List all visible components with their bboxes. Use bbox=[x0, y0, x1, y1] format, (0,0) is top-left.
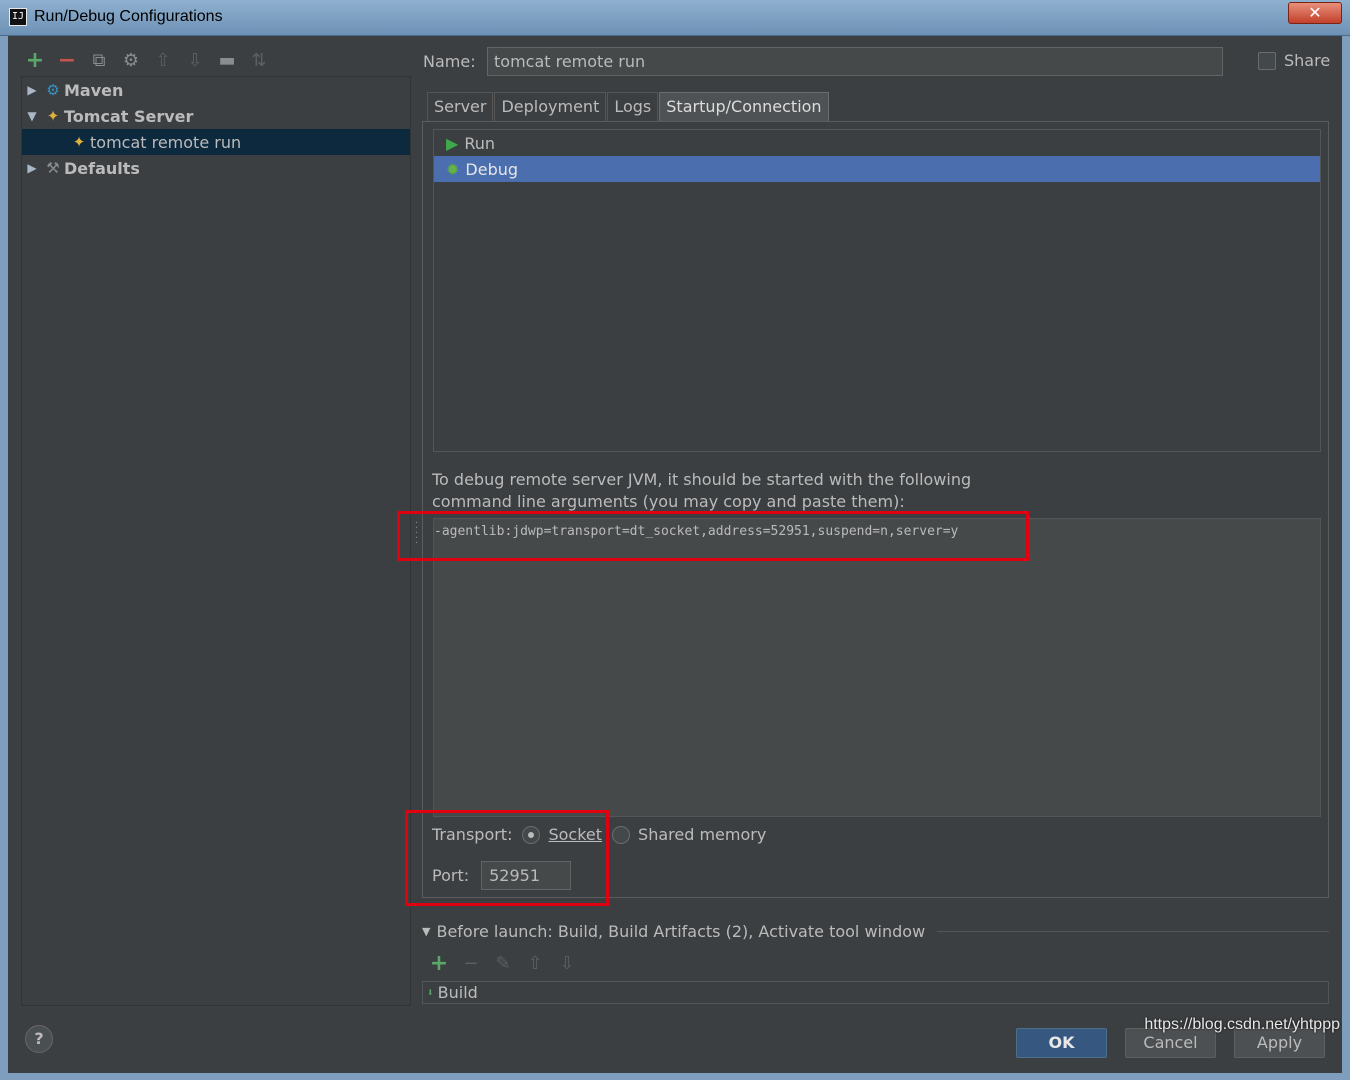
build-icon: ⬇ bbox=[427, 985, 434, 999]
mode-label: Run bbox=[464, 133, 495, 153]
move-down-icon[interactable]: ⇩ bbox=[184, 50, 206, 72]
share-checkbox[interactable] bbox=[1258, 51, 1276, 70]
tree-item-tomcat-remote-run[interactable]: ✦ tomcat remote run bbox=[22, 129, 410, 155]
config-toolbar: + − ⧉ ⚙ ⇧ ⇩ ▬ ⇅ bbox=[24, 48, 270, 74]
tree-item-label: Defaults bbox=[64, 158, 140, 178]
hint-line: command line arguments (you may copy and… bbox=[432, 492, 905, 511]
window-frame-left bbox=[0, 36, 8, 1080]
share-checkbox-group[interactable]: Share bbox=[1258, 51, 1330, 70]
divider bbox=[937, 931, 1329, 932]
edit-defaults-icon[interactable]: ⚙ bbox=[120, 50, 142, 72]
before-launch-list: ⬇ Build bbox=[422, 981, 1329, 1004]
tomcat-icon: ✦ bbox=[72, 133, 86, 151]
startup-connection-panel: ▶ Run ✹ Debug To debug remote server JVM… bbox=[415, 121, 1329, 898]
maven-icon: ⚙ bbox=[46, 81, 60, 99]
tree-item-maven[interactable]: ▶ ⚙ Maven bbox=[22, 77, 410, 103]
ok-button[interactable]: OK bbox=[1016, 1028, 1107, 1058]
mode-item-debug[interactable]: ✹ Debug bbox=[434, 156, 1320, 182]
copy-icon[interactable]: ⧉ bbox=[88, 50, 110, 72]
name-field[interactable]: tomcat remote run bbox=[487, 47, 1223, 76]
move-up-icon[interactable]: ⇧ bbox=[152, 50, 174, 72]
expand-arrow-icon[interactable]: ▶ bbox=[22, 83, 42, 97]
tree-item-defaults[interactable]: ▶ ⚒ Defaults bbox=[22, 155, 410, 181]
run-icon: ▶ bbox=[446, 133, 459, 153]
add-task-icon[interactable]: + bbox=[428, 953, 450, 975]
folder-icon[interactable]: ▬ bbox=[216, 50, 238, 72]
tree-item-label: tomcat remote run bbox=[90, 132, 242, 152]
remove-task-icon[interactable]: − bbox=[460, 953, 482, 975]
shared-memory-label: Shared memory bbox=[638, 825, 767, 844]
collapse-triangle-icon[interactable]: ▼ bbox=[422, 925, 430, 938]
tomcat-icon: ✦ bbox=[46, 107, 60, 125]
mode-item-run[interactable]: ▶ Run bbox=[434, 130, 1320, 156]
share-label: Share bbox=[1284, 51, 1331, 70]
hint-line: To debug remote server JVM, it should be… bbox=[432, 470, 972, 489]
watermark-text: https://blog.csdn.net/yhtppp bbox=[1144, 1016, 1340, 1033]
sort-icon[interactable]: ⇅ bbox=[248, 50, 270, 72]
tab-startup-connection[interactable]: Startup/Connection bbox=[659, 92, 829, 121]
before-launch-toolbar: + − ✎ ⇧ ⇩ bbox=[428, 953, 578, 975]
wrench-icon: ⚒ bbox=[46, 159, 60, 177]
remove-icon[interactable]: − bbox=[56, 50, 78, 72]
close-button[interactable]: ✕ bbox=[1288, 2, 1342, 24]
help-button[interactable]: ? bbox=[25, 1025, 53, 1053]
debug-hint-text: To debug remote server JVM, it should be… bbox=[432, 469, 1132, 513]
run-debug-dialog: + − ⧉ ⚙ ⇧ ⇩ ▬ ⇅ ▶ ⚙ Maven ▼ ✦ Tomcat Ser… bbox=[8, 36, 1342, 1073]
shared-memory-radio[interactable] bbox=[612, 825, 631, 844]
tab-server[interactable]: Server bbox=[427, 92, 494, 121]
highlight-box-transport bbox=[405, 810, 609, 906]
debug-icon: ✹ bbox=[446, 159, 460, 179]
title-bar: IJ Run/Debug Configurations ✕ bbox=[0, 0, 1350, 36]
configuration-tree: ▶ ⚙ Maven ▼ ✦ Tomcat Server ✦ tomcat rem… bbox=[21, 76, 411, 1006]
window-title: Run/Debug Configurations bbox=[34, 8, 223, 25]
name-label: Name: bbox=[423, 52, 476, 71]
add-icon[interactable]: + bbox=[24, 50, 46, 72]
window-frame-bottom bbox=[0, 1073, 1350, 1080]
before-launch-title: Before launch: Build, Build Artifacts (2… bbox=[436, 922, 926, 941]
shared-memory-option[interactable]: Shared memory bbox=[612, 825, 766, 844]
startup-mode-list: ▶ Run ✹ Debug bbox=[433, 129, 1321, 452]
tab-deployment[interactable]: Deployment bbox=[494, 92, 607, 121]
before-launch-section[interactable]: ▼ Before launch: Build, Build Artifacts … bbox=[422, 922, 1329, 941]
before-launch-item-build[interactable]: Build bbox=[438, 983, 478, 1002]
tab-logs[interactable]: Logs bbox=[607, 92, 659, 121]
mode-label: Debug bbox=[465, 159, 519, 179]
expand-arrow-icon[interactable]: ▶ bbox=[22, 161, 42, 175]
move-task-up-icon[interactable]: ⇧ bbox=[524, 953, 546, 975]
move-task-down-icon[interactable]: ⇩ bbox=[556, 953, 578, 975]
tree-item-label: Tomcat Server bbox=[64, 106, 194, 126]
window-frame-right bbox=[1342, 36, 1350, 1080]
tree-item-label: Maven bbox=[64, 80, 124, 100]
tree-item-tomcat-server[interactable]: ▼ ✦ Tomcat Server bbox=[22, 103, 410, 129]
collapse-arrow-icon[interactable]: ▼ bbox=[22, 109, 42, 123]
highlight-box-args bbox=[397, 511, 1029, 561]
intellij-icon: IJ bbox=[9, 8, 27, 26]
tab-bar: Server Deployment Logs Startup/Connectio… bbox=[427, 92, 830, 121]
jvm-args-textarea[interactable]: · · · · · -agentlib:jdwp=transport=dt_socket… bbox=[415, 518, 1321, 817]
edit-task-icon[interactable]: ✎ bbox=[492, 953, 514, 975]
